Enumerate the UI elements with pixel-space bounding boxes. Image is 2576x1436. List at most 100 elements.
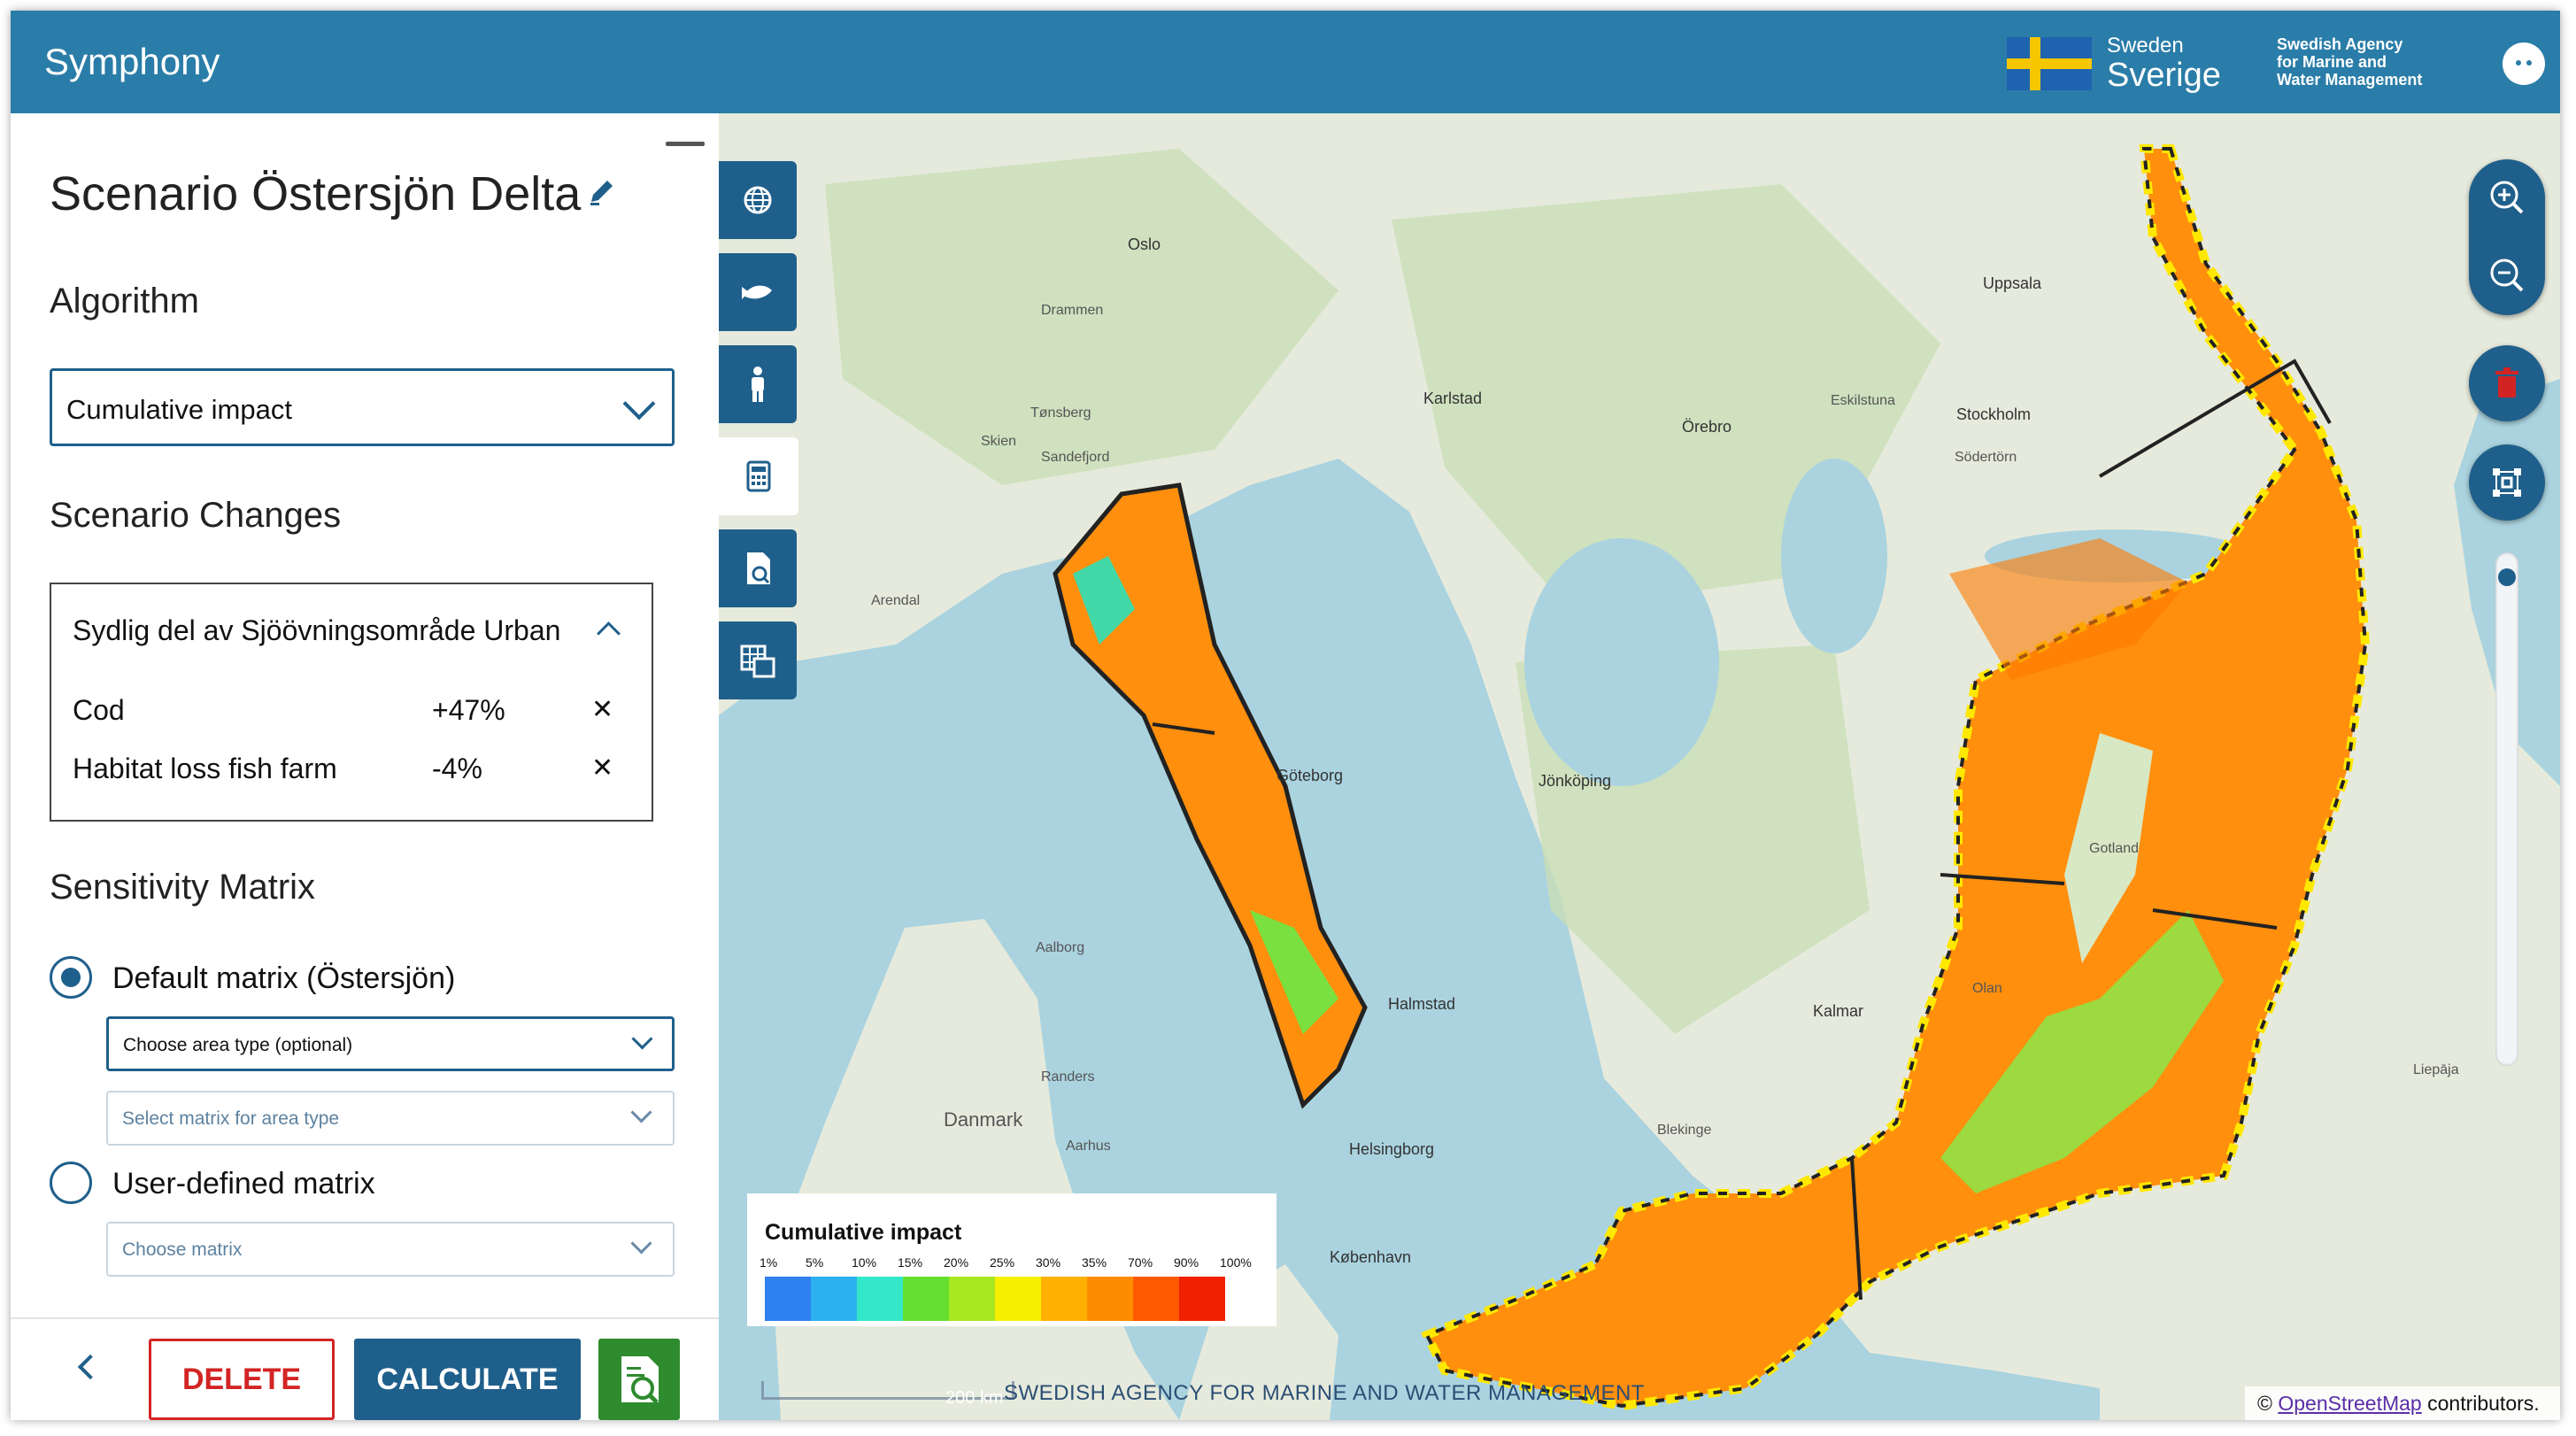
legend-tick-label: 90% bbox=[1174, 1255, 1199, 1270]
globe-icon bbox=[744, 186, 772, 214]
calculation-tool-button[interactable] bbox=[719, 437, 798, 515]
change-name: Cod bbox=[73, 694, 125, 726]
map-place-label: Uppsala bbox=[1983, 274, 2042, 292]
legend-color-swatch bbox=[995, 1277, 1041, 1321]
change-area-name[interactable]: Sydlig del av Sjöövningsområde Urban bbox=[73, 614, 560, 647]
impact-legend: Cumulative impact 1% 5% 10% 15% 20% 25% 30% 35%… bbox=[747, 1193, 1276, 1326]
map-place-label: Liepāja bbox=[2413, 1062, 2459, 1077]
algorithm-heading: Algorithm bbox=[50, 282, 199, 320]
delete-layer-button[interactable] bbox=[2469, 345, 2545, 421]
algorithm-select[interactable]: Cumulative impact bbox=[50, 368, 675, 446]
sensitivity-matrix-heading: Sensitivity Matrix bbox=[50, 868, 316, 907]
map-place-label: Örebro bbox=[1682, 418, 1732, 436]
area-matrix-select[interactable]: Select matrix for area type bbox=[106, 1091, 675, 1146]
report-tool-button[interactable] bbox=[719, 529, 797, 607]
area-type-select[interactable]: Choose area type (optional) bbox=[106, 1016, 675, 1071]
brand-sverige-label: Sverige bbox=[2107, 57, 2221, 94]
person-icon bbox=[752, 367, 764, 402]
app-title[interactable]: Symphony bbox=[44, 41, 220, 83]
algorithm-select-value: Cumulative impact bbox=[66, 394, 292, 425]
user-avatar-icon[interactable] bbox=[2503, 42, 2545, 85]
change-name: Habitat loss fish farm bbox=[73, 753, 337, 784]
user-matrix-label: User-defined matrix bbox=[112, 1167, 375, 1201]
legend-tick-label: 100% bbox=[1220, 1255, 1252, 1270]
default-matrix-label: Default matrix (Östersjön) bbox=[112, 961, 456, 995]
map-place-label: Olan bbox=[1972, 981, 2002, 996]
map-place-label: Göteborg bbox=[1276, 767, 1344, 784]
brand-sweden-label: Sweden bbox=[2107, 34, 2184, 58]
map-watermark: SWEDISH AGENCY FOR MARINE AND WATER MANA… bbox=[1004, 1381, 1645, 1405]
map-attribution: © OpenStreetMap contributors. bbox=[2245, 1386, 2560, 1420]
map-place-label: Blekinge bbox=[1657, 1123, 1712, 1138]
user-matrix-radio[interactable] bbox=[50, 1162, 92, 1204]
map-place-label: Aalborg bbox=[1036, 940, 1085, 955]
legend-tick-label: 70% bbox=[1128, 1255, 1153, 1270]
legend-title: Cumulative impact bbox=[765, 1220, 962, 1245]
map-place-label: Södertörn bbox=[1955, 450, 2017, 465]
trash-icon bbox=[2495, 367, 2518, 398]
legend-tick-label: 5% bbox=[806, 1255, 824, 1270]
opacity-slider[interactable] bbox=[2495, 552, 2518, 1066]
scenario-changes-heading: Scenario Changes bbox=[50, 496, 342, 535]
change-value: +47% bbox=[432, 694, 505, 726]
pressure-tool-button[interactable] bbox=[719, 345, 797, 423]
chevron-down-icon bbox=[622, 387, 656, 421]
remove-change-icon[interactable]: ✕ bbox=[591, 753, 613, 784]
legend-tick-label: 35% bbox=[1082, 1255, 1107, 1270]
top-bar: Symphony Sweden Sverige Swedish Agency f… bbox=[11, 11, 2560, 113]
legend-color-swatch bbox=[1179, 1277, 1225, 1321]
zoom-controls bbox=[2469, 159, 2545, 315]
map-place-label: Stockholm bbox=[1956, 405, 2032, 423]
default-matrix-radio[interactable] bbox=[50, 956, 92, 999]
area-matrix-placeholder: Select matrix for area type bbox=[122, 1108, 340, 1129]
report-icon bbox=[621, 1356, 659, 1404]
map-place-label: Aarhus bbox=[1066, 1139, 1111, 1154]
panel-footer: DELETE CALCULATE bbox=[11, 1317, 719, 1420]
legend-color-swatch bbox=[811, 1277, 857, 1321]
grid-icon bbox=[740, 645, 775, 678]
choose-matrix-placeholder: Choose matrix bbox=[122, 1239, 243, 1260]
map-place-label: Karlstad bbox=[1423, 390, 1483, 407]
delete-button[interactable]: DELETE bbox=[149, 1339, 335, 1420]
chevron-down-icon bbox=[631, 1028, 653, 1050]
attribution-suffix: contributors. bbox=[2427, 1391, 2540, 1415]
legend-tick-label: 10% bbox=[852, 1255, 877, 1270]
map-place-label: Eskilstuna bbox=[1831, 393, 1895, 408]
agency-logo-text: Swedish Agency for Marine and Water Mana… bbox=[2277, 35, 2423, 89]
map-place-label: Arendal bbox=[871, 593, 921, 608]
area-type-placeholder: Choose area type (optional) bbox=[123, 1035, 353, 1055]
app-window: Symphony Sweden Sverige Swedish Agency f… bbox=[11, 11, 2560, 1420]
remove-change-icon[interactable]: ✕ bbox=[591, 694, 613, 725]
zoom-in-icon[interactable] bbox=[2469, 159, 2545, 237]
legend-color-swatch bbox=[765, 1277, 811, 1321]
choose-matrix-select[interactable]: Choose matrix bbox=[106, 1222, 675, 1277]
chevron-up-icon[interactable] bbox=[597, 621, 621, 645]
report-icon bbox=[747, 552, 770, 584]
map-place-label: Oslo bbox=[1128, 235, 1161, 253]
fit-extent-button[interactable] bbox=[2469, 444, 2545, 521]
zoom-out-icon[interactable] bbox=[2469, 237, 2545, 315]
calculate-button[interactable]: CALCULATE bbox=[354, 1339, 581, 1420]
map-place-label: Drammen bbox=[1041, 303, 1104, 318]
legend-color-swatch bbox=[1133, 1277, 1179, 1321]
basemap-tool-button[interactable] bbox=[719, 161, 797, 239]
scenario-title: Scenario Östersjön Delta bbox=[50, 167, 582, 220]
network-icon bbox=[2493, 468, 2521, 497]
change-value: -4% bbox=[432, 753, 482, 784]
legend-tick-label: 30% bbox=[1036, 1255, 1061, 1270]
edit-title-icon[interactable] bbox=[584, 175, 620, 211]
legend-tick-label: 20% bbox=[944, 1255, 969, 1270]
scenario-change-card: Sydlig del av Sjöövningsområde Urban Cod… bbox=[50, 583, 653, 822]
map-scale-label: 200 km bbox=[945, 1388, 1004, 1408]
report-button[interactable] bbox=[598, 1339, 680, 1420]
legend-color-swatch bbox=[949, 1277, 995, 1321]
chevron-down-icon bbox=[630, 1101, 652, 1123]
opacity-slider-thumb[interactable] bbox=[2498, 568, 2516, 586]
openstreetmap-link[interactable]: OpenStreetMap bbox=[2278, 1392, 2421, 1416]
map-place-label: Gotland bbox=[2089, 841, 2140, 856]
map-place-label: Tønsberg bbox=[1030, 405, 1091, 421]
ecosystem-tool-button[interactable] bbox=[719, 253, 797, 331]
back-chevron-icon[interactable] bbox=[77, 1354, 104, 1380]
minimize-panel-handle[interactable] bbox=[666, 142, 705, 146]
compare-tool-button[interactable] bbox=[719, 621, 797, 699]
